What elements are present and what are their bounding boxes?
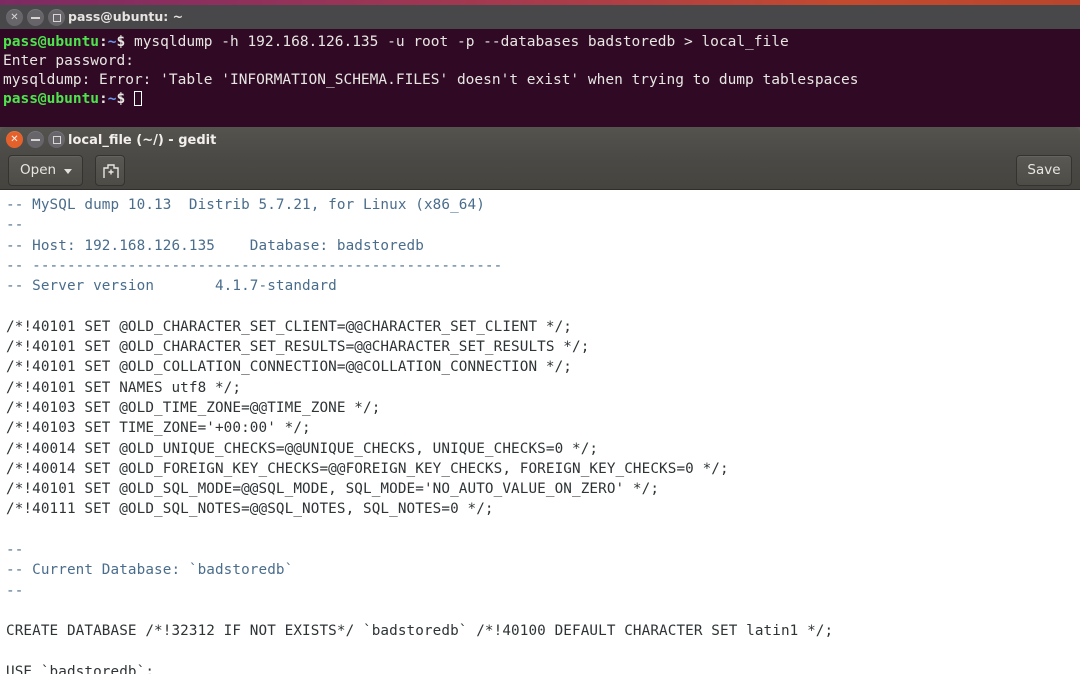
gedit-window-controls: ✕ [6, 131, 65, 148]
document-line: -- [6, 581, 1080, 601]
open-button[interactable]: Open [8, 155, 83, 186]
document-line: -- -------------------------------------… [6, 256, 1080, 276]
gedit-toolbar: Open Save [0, 155, 1080, 190]
new-document-icon [103, 164, 119, 178]
document-line-text: /*!40103 SET @OLD_TIME_ZONE=@@TIME_ZONE … [6, 399, 381, 416]
terminal-cursor [133, 91, 142, 106]
document-line: /*!40014 SET @OLD_UNIQUE_CHECKS=@@UNIQUE… [6, 439, 1080, 459]
terminal-prompt-dollar: $ [116, 34, 126, 50]
gedit-window: ✕ local_file (~/) - gedit Open Save -- M… [0, 127, 1080, 674]
document-line-text: -- MySQL dump 10.13 Distrib 5.7.21, for … [6, 197, 485, 213]
terminal-prompt-path: ~ [107, 91, 117, 107]
document-line: /*!40101 SET @OLD_COLLATION_CONNECTION=@… [6, 357, 1080, 377]
document-line-text: -- Server version 4.1.7-standard [6, 278, 337, 295]
terminal-prompt-dollar: $ [116, 91, 126, 107]
terminal-line: mysqldump: Error: 'Table 'INFORMATION_SC… [3, 71, 1080, 90]
gedit-headerbar: ✕ local_file (~/) - gedit Open Save [0, 127, 1080, 190]
document-line-text: /*!40101 SET @OLD_SQL_MODE=@@SQL_MODE, S… [6, 481, 660, 498]
terminal-output-area[interactable]: pass@ubuntu:~$ mysqldump -h 192.168.126.… [0, 29, 1080, 127]
terminal-command-text: mysqldump -h 192.168.126.135 -u root -p … [125, 34, 789, 50]
terminal-line: pass@ubuntu:~$ mysqldump -h 192.168.126.… [3, 33, 1080, 52]
new-document-button[interactable] [95, 155, 125, 186]
open-button-label: Open [20, 162, 57, 178]
document-line-text: /*!40101 SET @OLD_CHARACTER_SET_RESULTS=… [6, 339, 590, 356]
document-line-text: /*!40014 SET @OLD_UNIQUE_CHECKS=@@UNIQUE… [6, 440, 599, 457]
terminal-prompt-user: pass@ubuntu [3, 34, 100, 50]
document-line: -- MySQL dump 10.13 Distrib 5.7.21, for … [6, 195, 1080, 215]
document-line: -- [6, 540, 1080, 560]
document-line-text: -- -------------------------------------… [6, 257, 503, 274]
terminal-minimize-icon[interactable] [27, 9, 44, 26]
document-line-text: -- [6, 217, 24, 234]
terminal-output-text: mysqldump: Error: 'Table 'INFORMATION_SC… [3, 72, 859, 88]
document-line-text: -- [6, 582, 24, 599]
gedit-document-text-area[interactable]: -- MySQL dump 10.13 Distrib 5.7.21, for … [0, 190, 1080, 674]
terminal-prompt-path: ~ [107, 34, 117, 50]
document-line-text: /*!40101 SET NAMES utf8 */; [6, 379, 242, 396]
terminal-window: ✕ pass@ubuntu: ~ pass@ubuntu:~$ mysqldum… [0, 0, 1080, 127]
document-line: /*!40101 SET @OLD_CHARACTER_SET_RESULTS=… [6, 337, 1080, 357]
document-line: -- Host: 192.168.126.135 Database: badst… [6, 236, 1080, 256]
terminal-output-text: Enter password: [3, 53, 134, 69]
document-line-text: /*!40101 SET @OLD_COLLATION_CONNECTION=@… [6, 359, 572, 376]
document-line: /*!40101 SET @OLD_CHARACTER_SET_CLIENT=@… [6, 317, 1080, 337]
document-line: -- Server version 4.1.7-standard [6, 276, 1080, 296]
document-line: /*!40103 SET TIME_ZONE='+00:00' */; [6, 418, 1080, 438]
gedit-minimize-icon[interactable] [27, 131, 44, 148]
terminal-window-controls: ✕ [6, 9, 65, 26]
terminal-prompt-colon: : [99, 34, 108, 50]
document-line: -- Current Database: `badstoredb` [6, 560, 1080, 580]
document-line-text: -- [6, 542, 24, 559]
gedit-titlebar[interactable]: ✕ local_file (~/) - gedit [0, 127, 1080, 155]
save-button[interactable]: Save [1016, 155, 1072, 186]
document-line: /*!40101 SET NAMES utf8 */; [6, 378, 1080, 398]
document-line: /*!40014 SET @OLD_FOREIGN_KEY_CHECKS=@@F… [6, 459, 1080, 479]
terminal-command-text [125, 91, 134, 107]
document-line-text: USE `badstoredb`; [6, 663, 155, 674]
chevron-down-icon [64, 169, 72, 174]
document-line-text: /*!40103 SET TIME_ZONE='+00:00' */; [6, 420, 311, 437]
document-line: /*!40111 SET @OLD_SQL_NOTES=@@SQL_NOTES,… [6, 499, 1080, 519]
terminal-line: Enter password: [3, 52, 1080, 71]
document-line-text: -- Host: 192.168.126.135 Database: badst… [6, 237, 424, 254]
document-line-text: CREATE DATABASE /*!32312 IF NOT EXISTS*/… [6, 623, 834, 640]
document-line: /*!40101 SET @OLD_SQL_MODE=@@SQL_MODE, S… [6, 479, 1080, 499]
document-line: USE `badstoredb`; [6, 662, 1080, 674]
document-line: /*!40103 SET @OLD_TIME_ZONE=@@TIME_ZONE … [6, 398, 1080, 418]
terminal-close-icon[interactable]: ✕ [6, 9, 23, 26]
document-line-text: -- Current Database: `badstoredb` [6, 562, 294, 579]
gedit-window-title: local_file (~/) - gedit [68, 133, 217, 148]
terminal-line: pass@ubuntu:~$ [3, 90, 1080, 109]
gedit-maximize-icon[interactable] [48, 131, 65, 148]
terminal-prompt-colon: : [99, 91, 108, 107]
terminal-prompt-user: pass@ubuntu [3, 91, 100, 107]
save-button-label: Save [1027, 162, 1061, 178]
terminal-maximize-icon[interactable] [48, 9, 65, 26]
terminal-window-title: pass@ubuntu: ~ [68, 9, 184, 24]
document-line: -- [6, 215, 1080, 235]
document-line-text: /*!40014 SET @OLD_FOREIGN_KEY_CHECKS=@@F… [6, 460, 729, 477]
document-line-text: /*!40111 SET @OLD_SQL_NOTES=@@SQL_NOTES,… [6, 501, 494, 518]
document-line: CREATE DATABASE /*!32312 IF NOT EXISTS*/… [6, 621, 1080, 641]
terminal-titlebar[interactable]: ✕ pass@ubuntu: ~ [0, 5, 1080, 30]
gedit-close-icon[interactable]: ✕ [6, 131, 23, 148]
document-line-text: /*!40101 SET @OLD_CHARACTER_SET_CLIENT=@… [6, 318, 572, 335]
